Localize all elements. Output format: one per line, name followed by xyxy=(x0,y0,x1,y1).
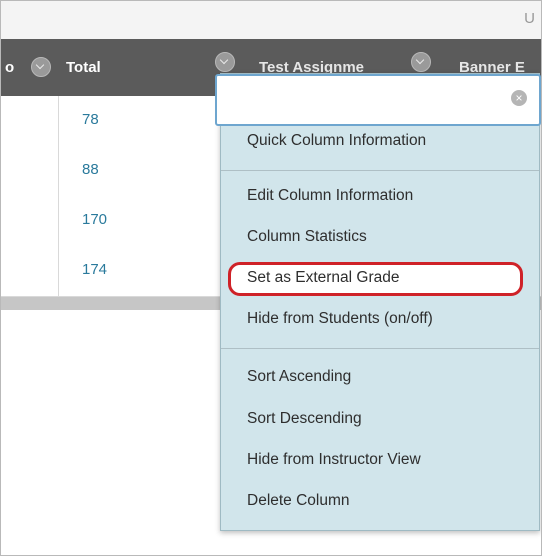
menu-item-column-statistics[interactable]: Column Statistics xyxy=(247,228,367,246)
cell-divider xyxy=(58,146,59,196)
menu-item-delete-column[interactable]: Delete Column xyxy=(247,492,350,510)
cell-divider xyxy=(58,246,59,296)
total-cell[interactable]: 88 xyxy=(82,161,99,178)
menu-divider xyxy=(221,170,539,171)
clear-icon[interactable]: × xyxy=(511,90,527,106)
total-cell[interactable]: 170 xyxy=(82,211,107,228)
top-bar-label: U xyxy=(524,10,535,27)
cell-divider xyxy=(58,96,59,146)
menu-item-edit-column-information[interactable]: Edit Column Information xyxy=(247,187,413,205)
total-cell[interactable]: 174 xyxy=(82,261,107,278)
menu-item-quick-column-information[interactable]: Quick Column Information xyxy=(247,132,426,150)
test-assignment-menu-icon[interactable] xyxy=(215,52,235,72)
menu-item-hide-from-instructor-view[interactable]: Hide from Instructor View xyxy=(247,451,421,469)
total-column-header[interactable]: Total xyxy=(66,59,101,76)
column-context-menu: × Quick Column Information Edit Column I… xyxy=(215,73,541,531)
cell-divider xyxy=(58,196,59,246)
grade-center-frame: U o Total Test Assignme Banner E 78 88 1… xyxy=(0,0,542,556)
menu-item-hide-from-students[interactable]: Hide from Students (on/off) xyxy=(247,310,433,328)
banner-column-menu-icon[interactable] xyxy=(411,52,431,72)
menu-search-input[interactable]: × xyxy=(215,74,541,126)
prev-column-label[interactable]: o xyxy=(5,59,14,76)
prev-column-menu-icon[interactable] xyxy=(31,57,51,77)
menu-item-sort-ascending[interactable]: Sort Ascending xyxy=(247,368,351,386)
menu-item-set-as-external-grade[interactable]: Set as External Grade xyxy=(247,269,400,287)
total-cell[interactable]: 78 xyxy=(82,111,99,128)
menu-item-sort-descending[interactable]: Sort Descending xyxy=(247,410,362,428)
menu-divider xyxy=(221,348,539,349)
top-bar: U xyxy=(1,1,541,40)
